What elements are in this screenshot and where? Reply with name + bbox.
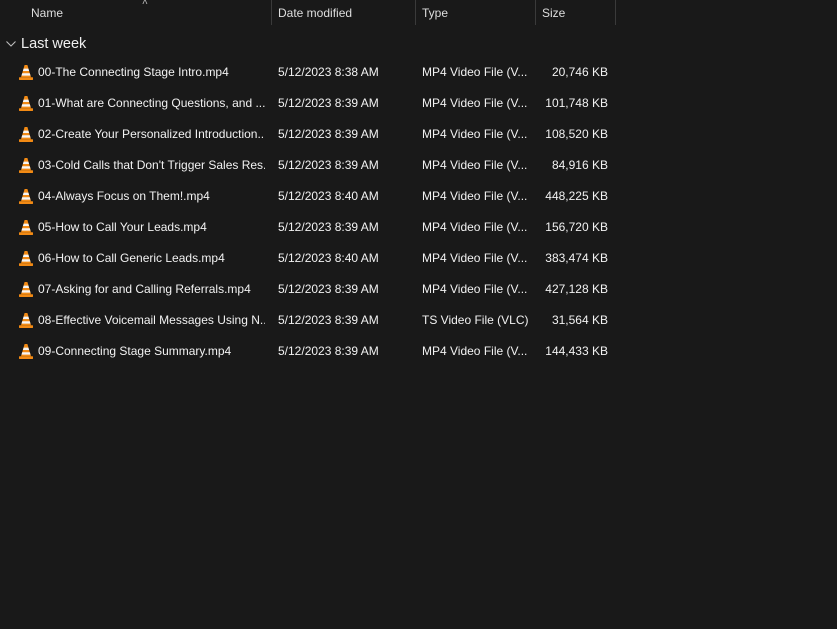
- file-size: 427,128 KB: [545, 282, 608, 296]
- file-row[interactable]: 07-Asking for and Calling Referrals.mp4 …: [0, 274, 616, 305]
- file-type: MP4 Video File (V...: [422, 344, 528, 358]
- file-type: MP4 Video File (V...: [422, 251, 528, 265]
- file-date-modified: 5/12/2023 8:40 AM: [278, 251, 379, 265]
- file-size: 383,474 KB: [545, 251, 608, 265]
- file-size: 31,564 KB: [551, 313, 608, 327]
- file-name: 02-Create Your Personalized Introduction…: [38, 127, 265, 141]
- file-row[interactable]: 03-Cold Calls that Don't Trigger Sales R…: [0, 150, 616, 181]
- vlc-cone-icon: [18, 343, 34, 360]
- file-list: 00-The Connecting Stage Intro.mp4 5/12/2…: [0, 57, 616, 367]
- file-type: MP4 Video File (V...: [422, 282, 528, 296]
- file-row[interactable]: 00-The Connecting Stage Intro.mp4 5/12/2…: [0, 57, 616, 88]
- file-name: 08-Effective Voicemail Messages Using N.…: [38, 313, 265, 327]
- file-row[interactable]: 05-How to Call Your Leads.mp4 5/12/2023 …: [0, 212, 616, 243]
- file-size: 156,720 KB: [545, 220, 608, 234]
- file-type: TS Video File (VLC): [422, 313, 529, 327]
- column-header-type[interactable]: Type: [415, 0, 535, 25]
- file-explorer-list: ˄ Name Date modified Type Size Last week…: [0, 0, 837, 629]
- file-date-modified: 5/12/2023 8:40 AM: [278, 189, 379, 203]
- file-row[interactable]: 02-Create Your Personalized Introduction…: [0, 119, 616, 150]
- file-date-modified: 5/12/2023 8:39 AM: [278, 158, 379, 172]
- file-row[interactable]: 06-How to Call Generic Leads.mp4 5/12/20…: [0, 243, 616, 274]
- file-type: MP4 Video File (V...: [422, 65, 528, 79]
- file-date-modified: 5/12/2023 8:39 AM: [278, 344, 379, 358]
- file-size: 144,433 KB: [545, 344, 608, 358]
- group-header-last-week[interactable]: Last week: [4, 33, 86, 55]
- file-size: 101,748 KB: [545, 96, 608, 110]
- file-date-modified: 5/12/2023 8:39 AM: [278, 127, 379, 141]
- file-date-modified: 5/12/2023 8:39 AM: [278, 96, 379, 110]
- vlc-cone-icon: [18, 312, 34, 329]
- file-size: 84,916 KB: [551, 158, 608, 172]
- column-header-name[interactable]: Name: [24, 0, 271, 25]
- file-type: MP4 Video File (V...: [422, 96, 528, 110]
- file-name: 05-How to Call Your Leads.mp4: [38, 220, 207, 234]
- file-date-modified: 5/12/2023 8:39 AM: [278, 313, 379, 327]
- vlc-cone-icon: [18, 95, 34, 112]
- file-name: 03-Cold Calls that Don't Trigger Sales R…: [38, 158, 265, 172]
- file-size: 108,520 KB: [545, 127, 608, 141]
- vlc-cone-icon: [18, 250, 34, 267]
- group-title: Last week: [21, 36, 87, 52]
- file-row[interactable]: 04-Always Focus on Them!.mp4 5/12/2023 8…: [0, 181, 616, 212]
- file-type: MP4 Video File (V...: [422, 220, 528, 234]
- column-header-bar: ˄ Name Date modified Type Size: [0, 0, 616, 25]
- file-row[interactable]: 09-Connecting Stage Summary.mp4 5/12/202…: [0, 336, 616, 367]
- vlc-cone-icon: [18, 157, 34, 174]
- file-type: MP4 Video File (V...: [422, 189, 528, 203]
- file-size: 20,746 KB: [551, 65, 608, 79]
- file-name: 07-Asking for and Calling Referrals.mp4: [38, 282, 251, 296]
- column-header-size[interactable]: Size: [535, 0, 616, 25]
- file-row[interactable]: 01-What are Connecting Questions, and ..…: [0, 88, 616, 119]
- file-date-modified: 5/12/2023 8:38 AM: [278, 65, 379, 79]
- file-name: 00-The Connecting Stage Intro.mp4: [38, 65, 229, 79]
- vlc-cone-icon: [18, 126, 34, 143]
- vlc-cone-icon: [18, 64, 34, 81]
- file-date-modified: 5/12/2023 8:39 AM: [278, 282, 379, 296]
- vlc-cone-icon: [18, 281, 34, 298]
- file-row[interactable]: 08-Effective Voicemail Messages Using N.…: [0, 305, 616, 336]
- chevron-down-icon[interactable]: [4, 37, 18, 51]
- file-name: 06-How to Call Generic Leads.mp4: [38, 251, 225, 265]
- file-name: 04-Always Focus on Them!.mp4: [38, 189, 210, 203]
- file-name: 09-Connecting Stage Summary.mp4: [38, 344, 232, 358]
- file-date-modified: 5/12/2023 8:39 AM: [278, 220, 379, 234]
- column-header-date-modified[interactable]: Date modified: [271, 0, 415, 25]
- vlc-cone-icon: [18, 188, 34, 205]
- file-size: 448,225 KB: [545, 189, 608, 203]
- vlc-cone-icon: [18, 219, 34, 236]
- file-name: 01-What are Connecting Questions, and ..…: [38, 96, 265, 110]
- file-type: MP4 Video File (V...: [422, 127, 528, 141]
- column-divider[interactable]: [615, 0, 616, 25]
- file-type: MP4 Video File (V...: [422, 158, 528, 172]
